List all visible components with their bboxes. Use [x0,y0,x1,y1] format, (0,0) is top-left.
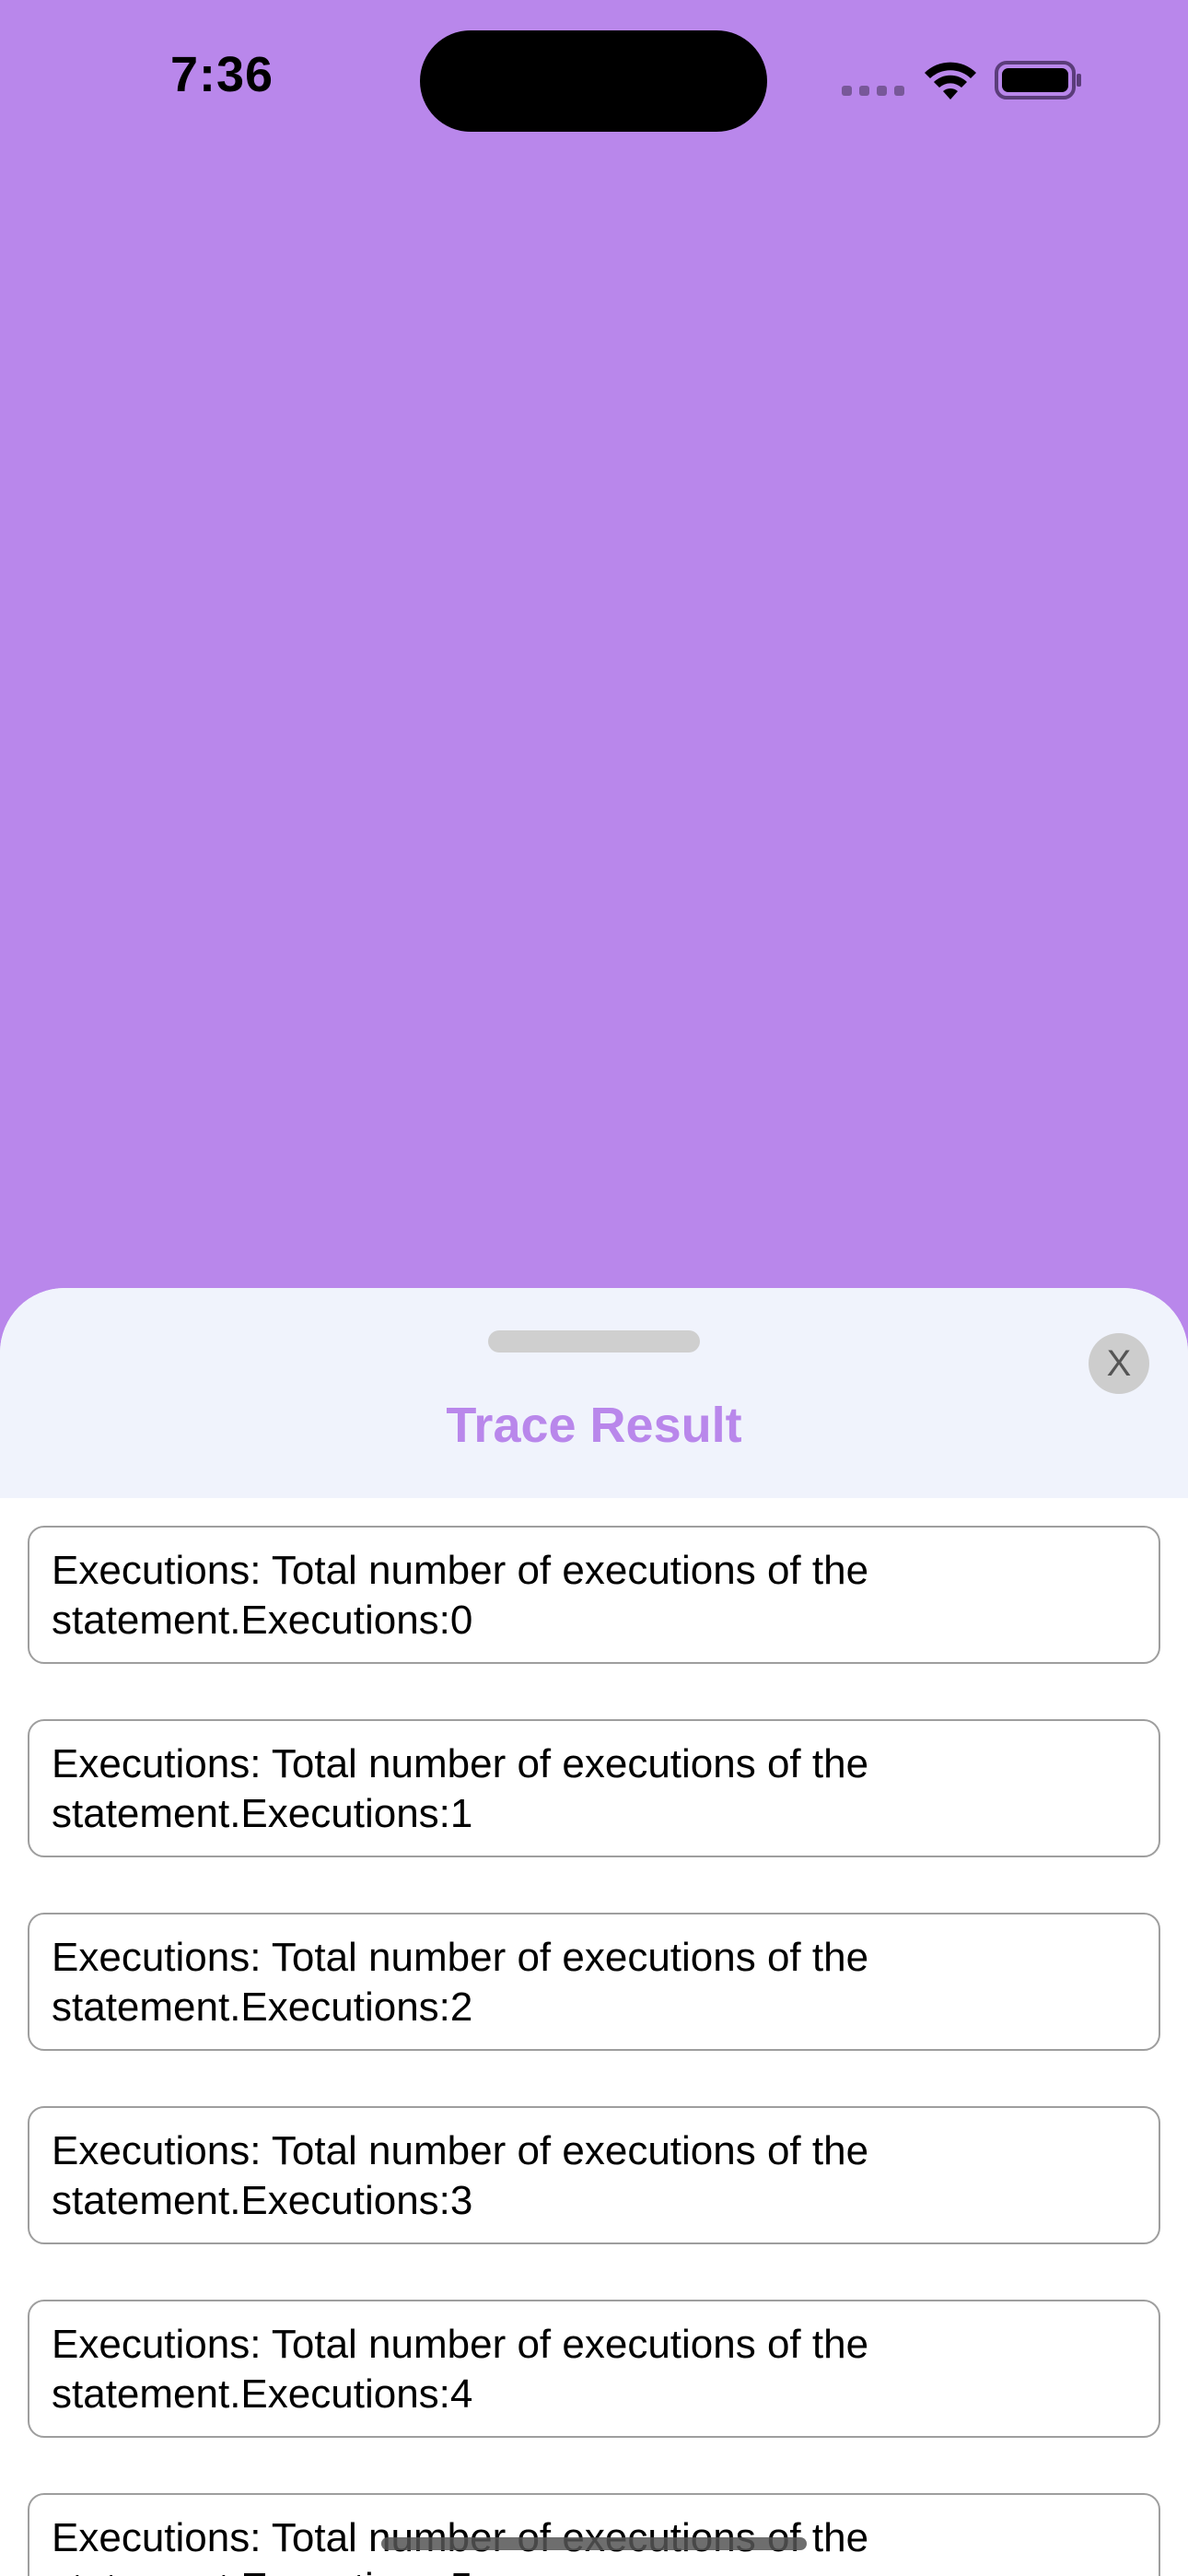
close-button[interactable]: X [1089,1333,1149,1394]
list-item: Executions: Total number of executions o… [28,2493,1160,2576]
trace-result-sheet: X Trace Result Executions: Total number … [0,1288,1188,2576]
trace-result-list[interactable]: Executions: Total number of executions o… [28,1526,1160,2576]
list-item: Executions: Total number of executions o… [28,2300,1160,2438]
battery-icon [995,61,1081,100]
list-item-line2: statement.Executions:3 [52,2178,473,2223]
list-item: Executions: Total number of executions o… [28,1719,1160,1857]
list-item-line1: Executions: Total number of executions o… [52,2322,869,2367]
home-indicator[interactable] [381,2537,807,2550]
cellular-signal-icon [842,86,904,97]
list-item-line1: Executions: Total number of executions o… [52,1548,869,1593]
list-item-line1: Executions: Total number of executions o… [52,1741,869,1786]
list-item: Executions: Total number of executions o… [28,2106,1160,2244]
list-item-line2: statement.Executions:4 [52,2371,473,2417]
dynamic-island [420,30,767,132]
list-item-line2: statement.Executions:1 [52,1791,473,1836]
list-item-line2: statement.Executions:5 [52,2563,1136,2576]
list-item: Executions: Total number of executions o… [28,1913,1160,2051]
status-time: 7:36 [170,47,274,102]
list-item-line2: statement.Executions:0 [52,1598,473,1643]
list-item-line2: statement.Executions:2 [52,1985,473,2030]
sheet-grabber[interactable] [488,1330,700,1352]
sheet-title: Trace Result [446,1398,742,1453]
list-item-line1: Executions: Total number of executions o… [52,2128,869,2173]
list-item-line1: Executions: Total number of executions o… [52,1935,869,1980]
wifi-icon [925,62,976,100]
sheet-header: X Trace Result [0,1288,1188,1498]
list-item: Executions: Total number of executions o… [28,1526,1160,1664]
